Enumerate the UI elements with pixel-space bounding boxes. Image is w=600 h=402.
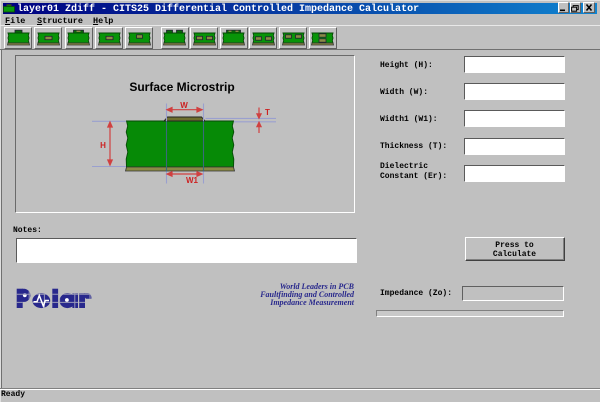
svg-text:W1: W1 xyxy=(186,176,199,185)
svg-text:T: T xyxy=(265,108,270,117)
svg-text:W: W xyxy=(180,101,188,110)
svg-text:H: H xyxy=(100,141,106,150)
